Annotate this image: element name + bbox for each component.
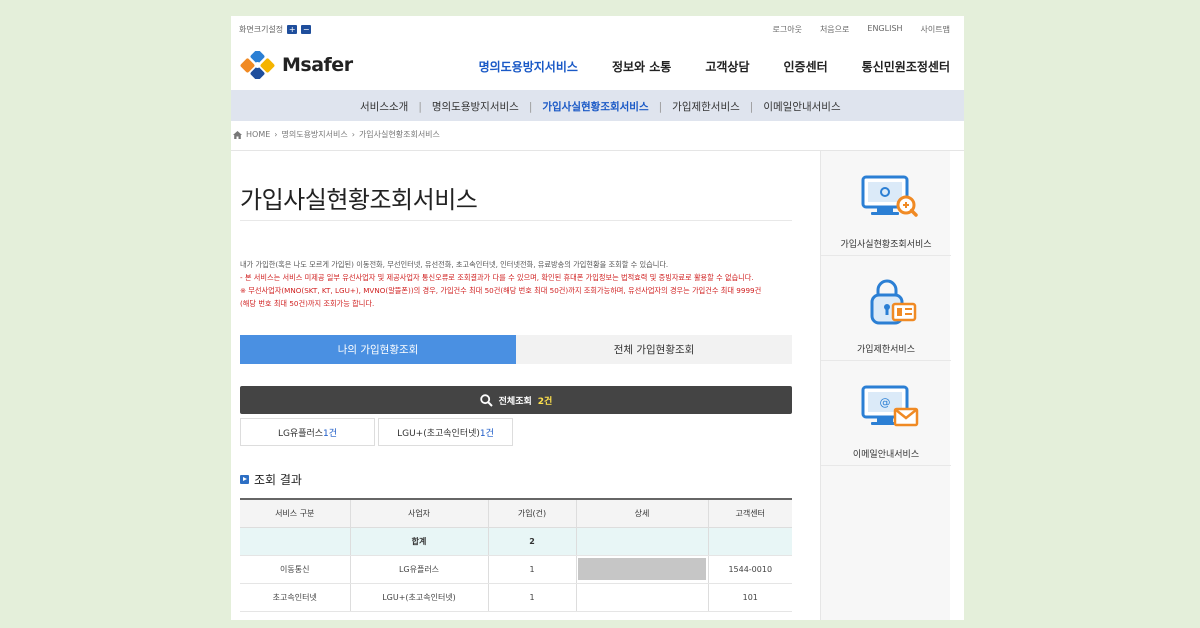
subnav-subscription-limit[interactable]: 가입제한서비스 <box>672 99 740 114</box>
chevron-right-icon: › <box>351 130 355 139</box>
header: Msafer 명의도용방지서비스 정보와 소통 고객상담 인증센터 통신민원조정… <box>231 40 964 90</box>
font-size-control: 화면크기설정 + − <box>239 24 312 35</box>
total-center <box>707 527 792 556</box>
header-service: 서비스 구분 <box>240 498 350 528</box>
utility-links: 로그아웃 처음으로 ENGLISH 사이트맵 <box>772 24 950 35</box>
home-link[interactable]: 처음으로 <box>820 24 849 35</box>
brand-name: Msafer <box>282 54 353 76</box>
redacted-detail <box>578 558 706 580</box>
sidebar-item-label: 이메일안내서비스 <box>852 450 920 460</box>
main-nav: 명의도용방지서비스 정보와 소통 고객상담 인증센터 통신민원조정센터 <box>479 58 950 75</box>
font-size-label: 화면크기설정 <box>239 25 284 34</box>
sidebar-item-subscription-lookup[interactable]: 가입사실현황조회서비스 <box>821 151 951 256</box>
cell-carrier: LG유플러스 <box>349 555 488 584</box>
logo[interactable]: Msafer <box>239 51 353 79</box>
subnav-intro[interactable]: 서비스소개 <box>360 99 408 114</box>
utility-bar: 화면크기설정 + − 로그아웃 처음으로 ENGLISH 사이트맵 <box>231 16 964 40</box>
header-center: 고객센터 <box>707 498 792 528</box>
subnav-divider: | <box>749 100 754 113</box>
subnav-divider: | <box>528 100 533 113</box>
cell-carrier: LGU+(초고속인터넷) <box>349 583 488 612</box>
svg-text:@: @ <box>880 396 891 409</box>
search-icon <box>479 393 493 407</box>
breadcrumb-current: 가입사실현황조회서비스 <box>358 130 440 139</box>
total-lookup-label: 전체조회 <box>498 396 532 407</box>
sub-nav: 서비스소개 | 명의도용방지서비스 | 가입사실현황조회서비스 | 가입제한서비… <box>231 90 964 121</box>
msafer-logo-icon <box>240 51 275 79</box>
table-row: 초고속인터넷 LGU+(초고속인터넷) 1 101 <box>240 583 792 612</box>
cell-center: 1544-0010 <box>707 555 792 584</box>
header-carrier: 사업자 <box>349 498 488 528</box>
font-increase-button[interactable]: + <box>287 25 298 34</box>
nav-info[interactable]: 정보와 소통 <box>612 58 671 75</box>
chip-count: 1건 <box>323 428 338 439</box>
cell-detail <box>575 583 708 612</box>
quick-sidebar: 가입사실현황조회서비스 가입제한서비스 @ 이메일안내서비스 <box>820 151 951 620</box>
results-title: 조회 결과 <box>254 473 302 487</box>
lookup-tabs: 나의 가입현황조회 전체 가입현황조회 <box>240 335 792 364</box>
results-heading: 조회 결과 <box>240 471 302 488</box>
sidebar-item-subscription-limit[interactable]: 가입제한서비스 <box>821 256 951 361</box>
breadcrumb-home[interactable]: HOME <box>246 130 270 139</box>
notice-line: ※ 무선사업자(MNO(SKT, KT, LGU+), MVNO(알뜰폰))의 … <box>240 286 762 295</box>
total-empty <box>240 527 350 556</box>
english-link[interactable]: ENGLISH <box>867 24 902 35</box>
tab-my-subscriptions[interactable]: 나의 가입현황조회 <box>240 335 516 364</box>
description-line: 내가 가입한(혹은 나도 모르게 가입된) 이동전화, 무선인터넷, 유선전화,… <box>240 260 669 269</box>
monitor-search-icon <box>861 175 918 217</box>
carrier-filters: LG유플러스 1건 LGU+(초고속인터넷) 1건 <box>240 418 513 446</box>
total-row: 합계 2 <box>240 527 792 556</box>
breadcrumb-section[interactable]: 명의도용방지서비스 <box>281 129 347 140</box>
sidebar-item-email-notice[interactable]: @ 이메일안내서비스 <box>821 361 951 466</box>
header-detail: 상세 <box>575 498 708 528</box>
chip-label: LGU+(초고속인터넷) <box>397 428 480 439</box>
title-divider <box>240 220 792 221</box>
breadcrumb: HOME › 명의도용방지서비스 › 가입사실현황조회서비스 <box>233 129 440 140</box>
chip-label: LG유플러스 <box>277 428 324 439</box>
total-label: 합계 <box>349 527 488 556</box>
home-icon <box>233 130 242 139</box>
page: 화면크기설정 + − 로그아웃 처음으로 ENGLISH 사이트맵 Msafer… <box>231 16 964 620</box>
header-count: 가입(건) <box>487 498 576 528</box>
service-description: 내가 가입한(혹은 나도 모르게 가입된) 이동전화, 무선인터넷, 유선전화,… <box>240 258 800 310</box>
total-lookup-bar[interactable]: 전체조회 2건 <box>240 386 792 414</box>
chip-count: 1건 <box>479 428 494 439</box>
cell-detail <box>575 555 708 584</box>
total-detail <box>575 527 708 556</box>
padlock-card-icon <box>870 279 917 325</box>
cell-count: 1 <box>487 583 576 612</box>
table-header-row: 서비스 구분 사업자 가입(건) 상세 고객센터 <box>240 498 792 528</box>
cell-count: 1 <box>487 555 576 584</box>
subnav-divider: | <box>418 100 422 113</box>
subnav-divider: | <box>658 100 663 113</box>
subnav-subscription-lookup[interactable]: 가입사실현황조회서비스 <box>542 99 648 114</box>
font-decrease-button[interactable]: − <box>301 25 312 34</box>
total-count: 2 <box>487 527 576 556</box>
section-bullet-icon <box>240 475 249 484</box>
carrier-chip-lguplus-internet[interactable]: LGU+(초고속인터넷) 1건 <box>378 418 513 446</box>
subnav-identity-theft[interactable]: 명의도용방지서비스 <box>432 99 519 114</box>
subnav-email-notice[interactable]: 이메일안내서비스 <box>763 99 840 114</box>
results-table: 서비스 구분 사업자 가입(건) 상세 고객센터 합계 2 이동통신 LG유플러… <box>240 498 792 612</box>
nav-auth[interactable]: 인증센터 <box>784 58 828 75</box>
nav-identity-theft[interactable]: 명의도용방지서비스 <box>479 58 578 75</box>
cell-service: 초고속인터넷 <box>240 583 350 612</box>
chevron-right-icon: › <box>274 130 278 139</box>
page-title: 가입사실현황조회서비스 <box>240 186 478 214</box>
sitemap-link[interactable]: 사이트맵 <box>921 24 950 35</box>
logout-link[interactable]: 로그아웃 <box>772 24 801 35</box>
sidebar-item-label: 가입제한서비스 <box>857 345 915 355</box>
tab-all-subscriptions[interactable]: 전체 가입현황조회 <box>516 335 792 364</box>
sidebar-item-label: 가입사실현황조회서비스 <box>840 240 932 250</box>
total-lookup-count: 2건 <box>537 396 553 407</box>
cell-center: 101 <box>707 583 792 612</box>
nav-mediation[interactable]: 통신민원조정센터 <box>862 58 950 75</box>
notice-line: (해당 번호 최대 50건)까지 조회가능 합니다. <box>240 299 375 308</box>
table-row: 이동통신 LG유플러스 1 1544-0010 <box>240 555 792 584</box>
notice-line: - 본 서비스는 서비스 미제공 일부 유선사업자 및 제공사업자 통신오류로 … <box>240 273 754 282</box>
carrier-chip-lguplus[interactable]: LG유플러스 1건 <box>240 418 375 446</box>
nav-support[interactable]: 고객상담 <box>705 58 749 75</box>
cell-service: 이동통신 <box>240 555 350 584</box>
monitor-mail-icon: @ <box>861 385 919 427</box>
